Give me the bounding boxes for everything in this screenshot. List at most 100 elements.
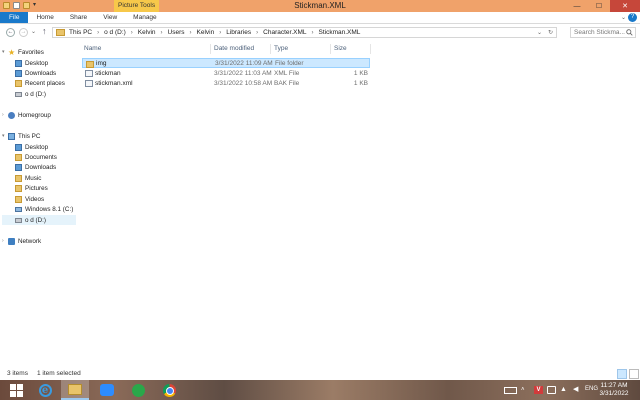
desktop-icon <box>15 143 22 151</box>
breadcrumb-item[interactable]: Kelvin <box>197 29 215 36</box>
taskbar-internet-explorer[interactable]: e <box>31 380 59 400</box>
nav-pc-desktop[interactable]: Desktop <box>15 142 48 152</box>
xml-file-icon <box>85 69 93 77</box>
nav-favorites[interactable]: ▾ ★ Favorites <box>2 47 44 57</box>
chrome-icon <box>162 383 176 397</box>
refresh-icon[interactable]: ↻ <box>548 29 553 36</box>
nav-pc-music[interactable]: Music <box>15 173 41 183</box>
tab-home[interactable]: Home <box>28 12 61 23</box>
chevron-right-icon[interactable]: › <box>131 30 133 36</box>
chevron-down-icon[interactable]: ▾ <box>2 133 7 139</box>
breadcrumb-item[interactable]: o d (D:) <box>104 29 126 36</box>
taskbar: e ˄ V ▲ ◀ ENG 11:27 AM 3/31/2022 <box>0 380 640 400</box>
maximize-button[interactable]: ☐ <box>588 0 610 12</box>
chevron-right-icon[interactable]: › <box>256 30 258 36</box>
volume-icon[interactable]: ◀ <box>573 386 582 394</box>
up-arrow-icon[interactable]: ↑ <box>42 26 47 36</box>
recent-places-icon <box>15 79 22 87</box>
videos-icon <box>15 195 22 203</box>
tab-manage[interactable]: Manage <box>125 12 165 23</box>
bak-file-icon <box>85 79 93 87</box>
chevron-right-icon[interactable]: › <box>2 112 7 118</box>
column-header-type[interactable]: Type <box>274 44 288 54</box>
nav-this-pc[interactable]: ▾ This PC <box>2 131 40 141</box>
nav-favorites-desktop[interactable]: Desktop <box>15 58 48 68</box>
column-divider[interactable] <box>370 44 371 54</box>
file-row[interactable]: stickman 3/31/2022 11:03 AM XML File 1 K… <box>82 68 370 78</box>
nav-label: Downloads <box>25 69 57 77</box>
nav-recent-places[interactable]: Recent places <box>15 78 65 88</box>
breadcrumb: This PC › o d (D:) › Kelvin › Users › Kelvin… <box>69 29 360 36</box>
tab-share[interactable]: Share <box>62 12 95 23</box>
breadcrumb-item[interactable]: Kelvin <box>138 29 156 36</box>
chevron-right-icon[interactable]: › <box>219 30 221 36</box>
taskbar-zoom[interactable] <box>93 380 121 400</box>
nav-label: o d (D:) <box>25 90 46 98</box>
nav-pc-windows-drive[interactable]: Windows 8.1 (C:) <box>15 204 73 214</box>
nav-favorites-downloads[interactable]: Downloads <box>15 68 56 78</box>
back-arrow-icon[interactable]: ← <box>6 28 15 37</box>
search-input[interactable]: Search Stickma... <box>570 27 636 38</box>
help-icon[interactable]: ? <box>628 13 637 22</box>
column-divider[interactable] <box>210 44 211 54</box>
taskbar-green-app[interactable] <box>124 380 152 400</box>
column-header-size[interactable]: Size <box>334 44 347 54</box>
column-header-date[interactable]: Date modified <box>214 44 254 54</box>
details-view-icon[interactable] <box>617 369 627 379</box>
chevron-up-icon[interactable]: ˄ <box>521 386 530 394</box>
nav-pc-od-selected[interactable]: o d (D:) <box>2 215 76 225</box>
desktop-icon <box>15 59 22 67</box>
file-name: stickman <box>95 69 121 77</box>
breadcrumb-item[interactable]: Libraries <box>226 29 251 36</box>
file-row[interactable]: stickman.xml 3/31/2022 10:58 AM BAK File… <box>82 78 370 88</box>
minimize-button[interactable]: — <box>566 0 588 12</box>
breadcrumb-item[interactable]: Users <box>168 29 185 36</box>
nav-favorites-od[interactable]: o d (D:) <box>15 89 46 99</box>
file-date: 3/31/2022 11:03 AM <box>214 69 272 77</box>
chevron-down-icon[interactable]: ⌄ <box>537 29 542 36</box>
vpn-icon[interactable]: V <box>534 386 543 394</box>
column-divider[interactable] <box>270 44 271 54</box>
tab-view[interactable]: View <box>95 12 125 23</box>
chevron-right-icon[interactable]: › <box>190 30 192 36</box>
large-icons-view-icon[interactable] <box>629 369 639 379</box>
drive-icon <box>15 217 22 223</box>
nav-homegroup[interactable]: › Homegroup <box>2 110 51 120</box>
search-placeholder: Search Stickma... <box>574 29 625 36</box>
file-type: BAK File <box>274 79 300 87</box>
file-size: 1 KB <box>353 79 368 87</box>
breadcrumb-item[interactable]: This PC <box>69 29 92 36</box>
ribbon-tabs: File Home Share View Manage ⌄ ? <box>0 12 640 24</box>
forward-arrow-icon[interactable]: → <box>19 28 28 37</box>
taskbar-clock[interactable]: 11:27 AM 3/31/2022 <box>592 382 636 398</box>
nav-pc-documents[interactable]: Documents <box>15 152 57 162</box>
chevron-right-icon[interactable]: › <box>2 238 7 244</box>
network-signal-icon[interactable]: ▲ <box>560 386 569 394</box>
nav-network[interactable]: › Network <box>2 236 41 246</box>
chevron-right-icon[interactable]: › <box>312 30 314 36</box>
start-button[interactable] <box>2 380 30 400</box>
title-bar: ▾ Picture Tools Stickman.XML — ☐ ✕ <box>0 0 640 12</box>
battery-icon[interactable] <box>547 386 556 394</box>
chevron-down-icon[interactable]: ▾ <box>2 49 7 55</box>
breadcrumb-item[interactable]: Stickman.XML <box>319 29 361 36</box>
recent-locations-chevron-icon[interactable]: ⌄ <box>31 28 36 35</box>
column-divider[interactable] <box>330 44 331 54</box>
taskbar-file-explorer[interactable] <box>61 380 89 400</box>
music-icon <box>15 174 22 182</box>
nav-label: Downloads <box>25 163 57 171</box>
nav-pc-downloads[interactable]: Downloads <box>15 162 56 172</box>
chevron-right-icon[interactable]: › <box>161 30 163 36</box>
breadcrumb-item[interactable]: Character.XML <box>263 29 306 36</box>
tab-file[interactable]: File <box>0 12 29 23</box>
nav-pc-videos[interactable]: Videos <box>15 194 44 204</box>
close-button[interactable]: ✕ <box>610 0 640 12</box>
address-bar[interactable]: This PC › o d (D:) › Kelvin › Users › Kelvin… <box>52 27 557 38</box>
expand-ribbon-icon[interactable]: ⌄ <box>621 14 626 21</box>
chevron-right-icon[interactable]: › <box>97 30 99 36</box>
keyboard-icon[interactable] <box>504 386 517 394</box>
nav-pc-pictures[interactable]: Pictures <box>15 183 48 193</box>
column-header-name[interactable]: Name <box>84 44 101 54</box>
file-row[interactable]: img 3/31/2022 11:09 AM File folder <box>82 58 370 68</box>
taskbar-chrome[interactable] <box>155 380 183 400</box>
